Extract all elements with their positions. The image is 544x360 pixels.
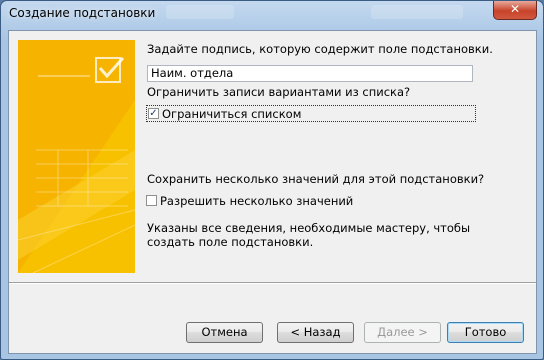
- completion-info: Указаны все сведения, необходимые мастер…: [147, 221, 471, 249]
- window-title: Создание подстановки: [9, 6, 156, 20]
- multi-values-prompt: Сохранить несколько значений для этой по…: [147, 172, 485, 186]
- back-button[interactable]: < Назад: [277, 322, 354, 343]
- wizard-illustration: [18, 40, 135, 273]
- limit-to-list-checkbox[interactable]: ✓: [148, 108, 159, 119]
- limit-to-list-label: Ограничиться списком: [162, 106, 302, 121]
- close-button[interactable]: ✕: [493, 1, 537, 20]
- caption-input[interactable]: Наим. отдела: [147, 65, 473, 82]
- wizard-window: Создание подстановки ✕ Задайте подпись, …: [0, 0, 544, 360]
- allow-multiple-checkbox-row[interactable]: Разрешить несколько значений: [146, 192, 353, 209]
- limit-prompt: Ограничить записи вариантами из списка?: [147, 85, 411, 99]
- allow-multiple-label: Разрешить несколько значений: [160, 193, 354, 208]
- next-button[interactable]: Далее >: [364, 322, 441, 343]
- finish-button[interactable]: Готово: [447, 322, 524, 343]
- caption-prompt: Задайте подпись, которую содержит поле п…: [147, 42, 493, 56]
- background-tab-ghost: [166, 5, 234, 19]
- separator: [9, 282, 536, 284]
- limit-to-list-checkbox-row[interactable]: ✓ Ограничиться списком: [146, 105, 476, 122]
- checklist-illustration-icon: [18, 40, 135, 273]
- cancel-button[interactable]: Отмена: [186, 322, 263, 343]
- allow-multiple-checkbox[interactable]: [146, 195, 157, 206]
- wizard-body: Задайте подпись, которую содержит поле п…: [8, 30, 537, 354]
- background-tab-ghost: [371, 5, 463, 19]
